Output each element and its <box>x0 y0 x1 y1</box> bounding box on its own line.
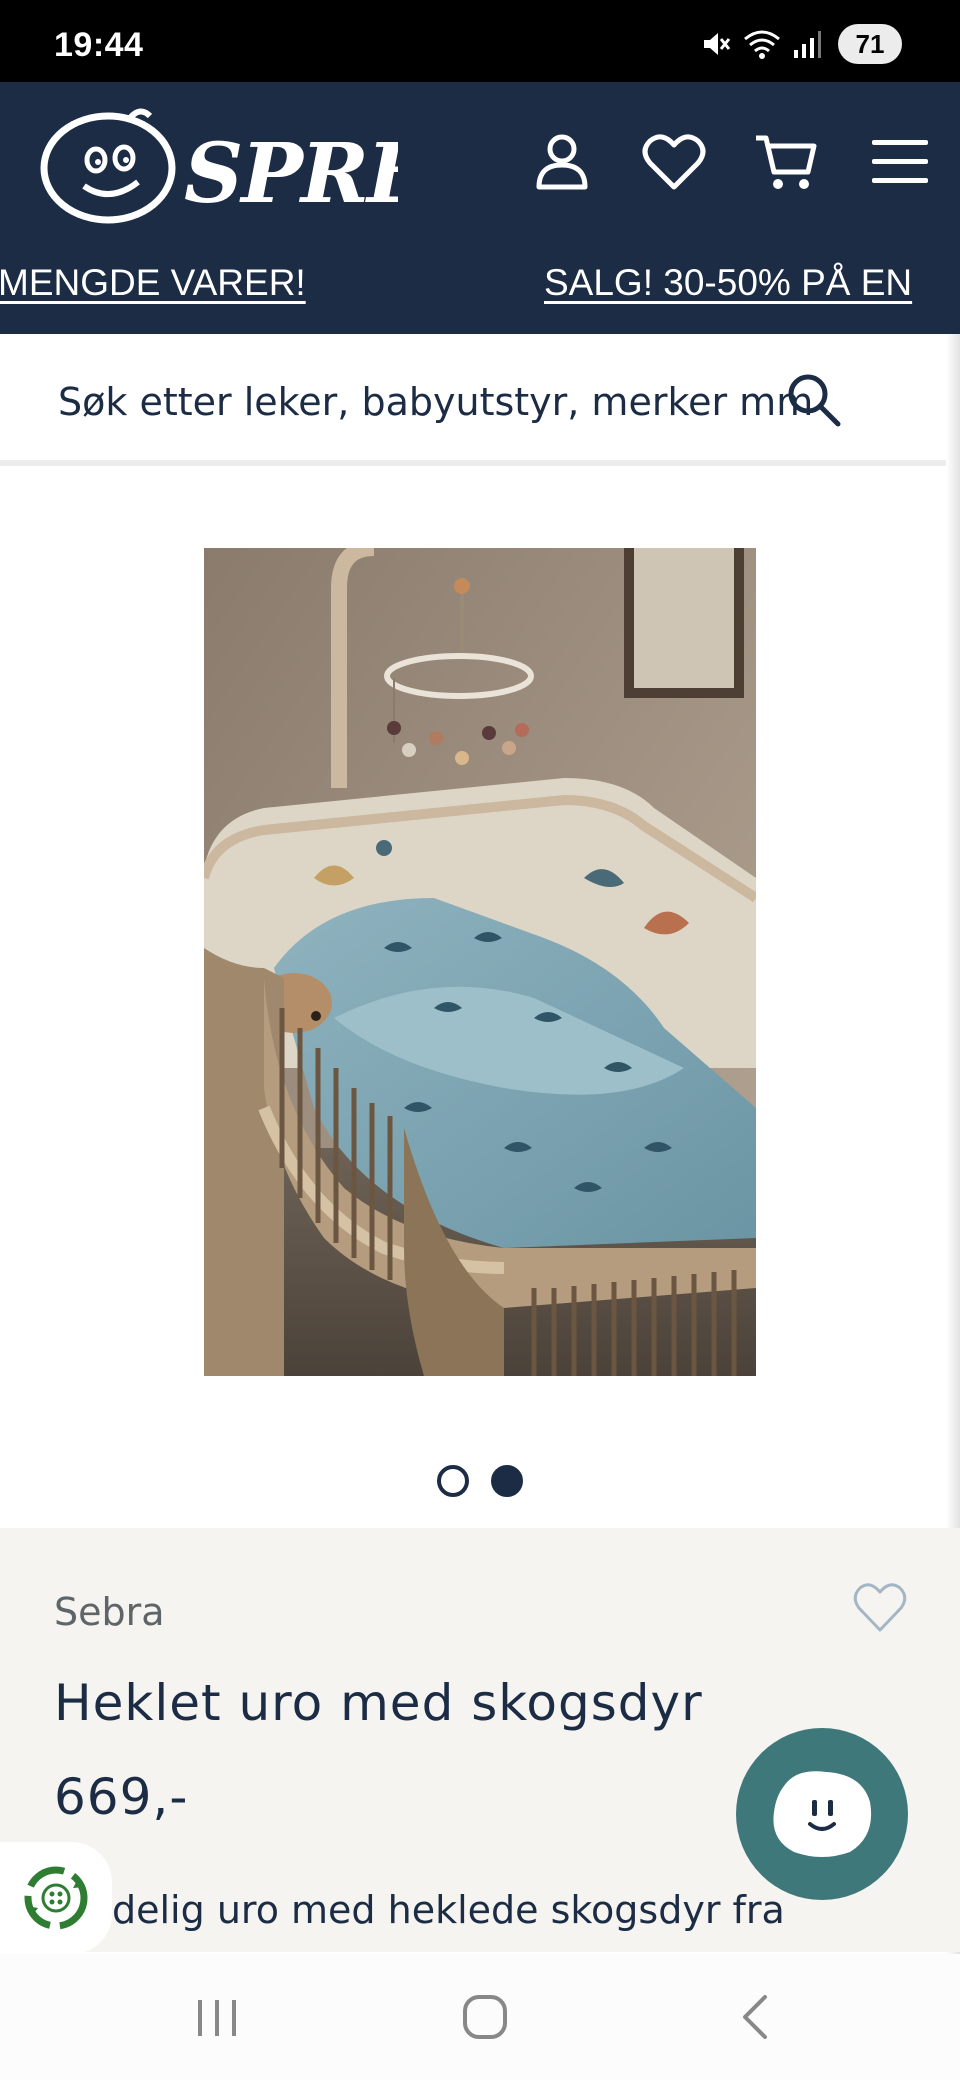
product-image[interactable] <box>204 548 756 1376</box>
product-price: 669,- <box>54 1768 189 1826</box>
wifi-icon <box>744 30 780 59</box>
search-icon[interactable] <box>784 370 844 430</box>
sprell-logo[interactable]: SPRELL <box>38 102 398 232</box>
recent-apps-icon[interactable] <box>182 1982 252 2052</box>
divider <box>0 460 960 466</box>
product-brand[interactable]: Sebra <box>54 1590 165 1634</box>
menu-icon[interactable] <box>862 124 938 200</box>
search-bar <box>0 334 960 464</box>
product-description: delig uro med heklede skogsdyr fra <box>54 1888 914 1948</box>
heart-icon[interactable] <box>636 124 712 200</box>
account-icon[interactable] <box>524 124 600 200</box>
product-title: Heklet uro med skogsdyr <box>54 1674 703 1732</box>
promo-link[interactable]: SALG! 30-50% PÅ EN <box>544 262 912 304</box>
system-nav-bar <box>0 1954 960 2080</box>
site-header: SPRELL MENGDE VARER! SALG! 30-50% PÅ EN <box>0 82 960 334</box>
signal-icon <box>794 31 821 58</box>
back-icon[interactable] <box>720 1982 790 2052</box>
mute-icon <box>704 33 731 55</box>
carousel-dot[interactable] <box>437 1465 469 1497</box>
promo-marquee: MENGDE VARER! SALG! 30-50% PÅ EN <box>0 258 960 318</box>
status-icons: 71 <box>700 24 902 64</box>
smiley-icon <box>773 1771 872 1857</box>
promo-link[interactable]: MENGDE VARER! <box>0 262 306 304</box>
carousel-dot-active[interactable] <box>491 1465 523 1497</box>
search-input[interactable] <box>58 372 858 432</box>
cart-icon[interactable] <box>748 124 824 200</box>
wishlist-heart-icon[interactable] <box>852 1580 908 1636</box>
home-icon[interactable] <box>450 1982 520 2052</box>
svg-text:SPRELL: SPRELL <box>184 126 398 222</box>
product-description-text: delig uro med heklede skogsdyr fra <box>112 1888 785 1932</box>
status-bar: 19:44 71 <box>0 0 960 82</box>
status-time: 19:44 <box>54 26 144 64</box>
battery-icon: 71 <box>838 24 902 64</box>
eco-badge[interactable] <box>0 1842 112 1954</box>
carousel-dots <box>0 1465 960 1505</box>
recycle-icon <box>24 1866 88 1930</box>
chat-button[interactable] <box>736 1728 908 1900</box>
